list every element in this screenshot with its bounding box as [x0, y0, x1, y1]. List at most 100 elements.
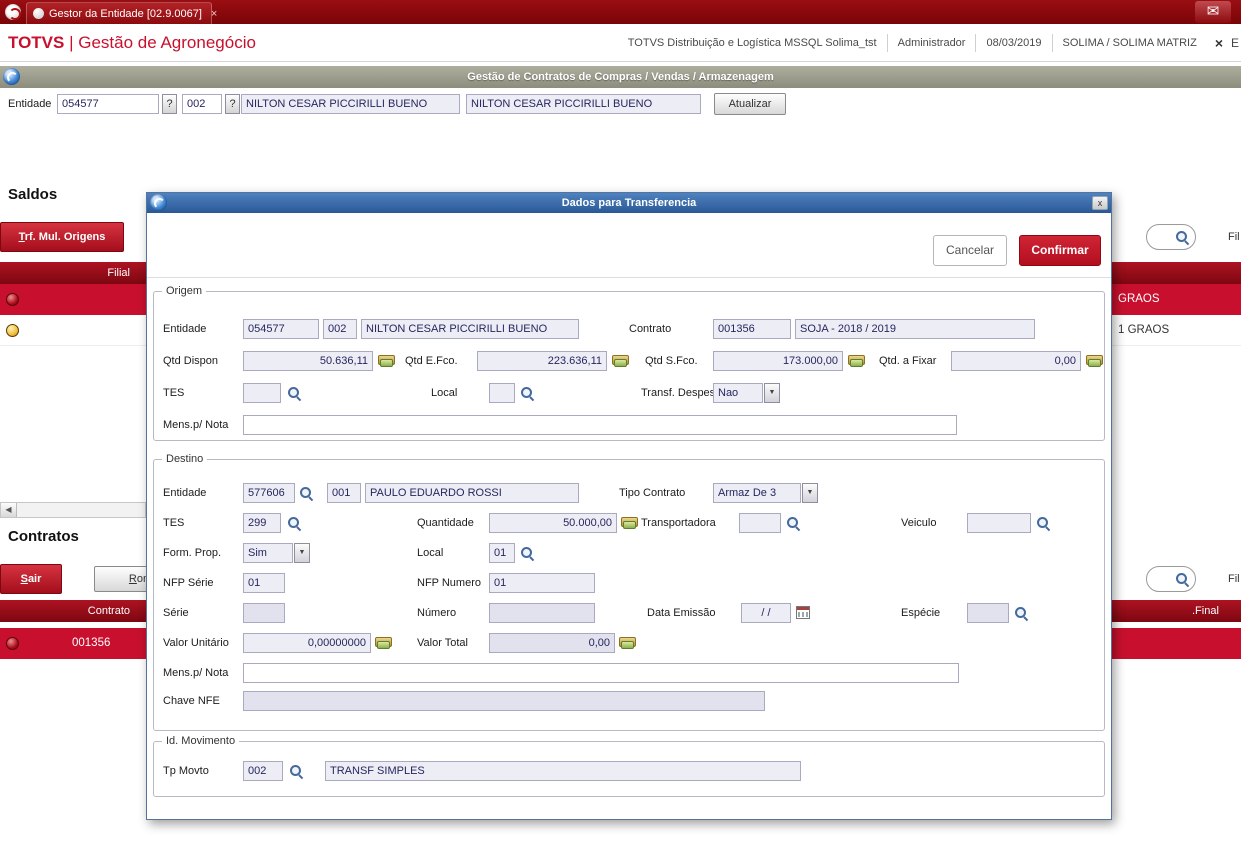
- envelope-icon: ✉: [1206, 3, 1220, 20]
- saldos-row2-product: 1 GRAOS: [1118, 324, 1170, 336]
- veiculo-lookup-icon[interactable]: [1036, 516, 1051, 531]
- qtd-efco-label: Qtd E.Fco.: [405, 355, 458, 367]
- nfp-serie-input[interactable]: 01: [243, 573, 285, 593]
- origem-tes-label: TES: [163, 387, 185, 399]
- entidade-name-copy-field: NILTON CESAR PICCIRILLI BUENO: [466, 94, 701, 114]
- trf-rest: rf. Mul. Origens: [24, 231, 106, 243]
- destino-entidade-input[interactable]: 577606: [243, 483, 295, 503]
- destino-loja-input[interactable]: 001: [327, 483, 361, 503]
- nfp-numero-input[interactable]: 01: [489, 573, 595, 593]
- brand-module: | Gestão de Agronegócio: [64, 32, 256, 52]
- saldos-search-box[interactable]: [1146, 224, 1196, 250]
- origem-contrato-desc-field: SOJA - 2018 / 2019: [795, 319, 1035, 339]
- contratos-search-box[interactable]: [1146, 566, 1196, 592]
- tipo-contrato-label: Tipo Contrato: [619, 487, 686, 499]
- valor-unitario-input[interactable]: 0,00000000: [243, 633, 371, 653]
- origem-contrato-input[interactable]: 001356: [713, 319, 791, 339]
- tes-lookup-icon[interactable]: [287, 386, 302, 401]
- transf-despesa-select[interactable]: Nao: [713, 383, 763, 403]
- transportadora-input[interactable]: [739, 513, 781, 533]
- divider: [147, 277, 1111, 278]
- col-filial[interactable]: Filial: [4, 262, 130, 284]
- origem-local-input[interactable]: [489, 383, 515, 403]
- entidade-help-button[interactable]: ?: [162, 94, 177, 114]
- dialog-title: Dados para Transferencia: [561, 197, 697, 209]
- qtd-fixar-label: Qtd. a Fixar: [879, 355, 937, 367]
- money-icon[interactable]: [378, 355, 395, 367]
- qtd-dispon-input[interactable]: 50.636,11: [243, 351, 373, 371]
- brand-totvs: TOTVS: [8, 32, 65, 52]
- origem-mens-input[interactable]: [243, 415, 957, 435]
- money-icon[interactable]: [848, 355, 865, 367]
- origem-local-label: Local: [431, 387, 458, 399]
- origem-entidade-input[interactable]: 054577: [243, 319, 319, 339]
- status-dot-yellow-icon: [6, 324, 19, 337]
- transportadora-label: Transportadora: [641, 517, 716, 529]
- clipped-menu-text[interactable]: E: [1231, 36, 1241, 50]
- money-icon[interactable]: [612, 355, 629, 367]
- transportadora-lookup-icon[interactable]: [786, 516, 801, 531]
- origem-loja-input[interactable]: 002: [323, 319, 357, 339]
- tab-close-icon[interactable]: ×: [211, 8, 217, 20]
- sair-button[interactable]: Sair: [0, 564, 62, 594]
- especie-input: [967, 603, 1009, 623]
- chevron-down-icon[interactable]: ▼: [802, 483, 818, 503]
- status-dot-red-icon: [6, 637, 19, 650]
- qtd-efco-input[interactable]: 223.636,11: [477, 351, 607, 371]
- especie-lookup-icon[interactable]: [1014, 606, 1029, 621]
- form-prop-select[interactable]: Sim: [243, 543, 293, 563]
- dialog-titlebar[interactable]: Dados para Transferencia x: [147, 193, 1111, 213]
- confirmar-button[interactable]: Confirmar: [1019, 235, 1101, 266]
- tp-movto-lookup-icon[interactable]: [289, 764, 304, 779]
- loja-input[interactable]: 002: [182, 94, 222, 114]
- destino-legend: Destino: [162, 452, 208, 466]
- quantidade-label: Quantidade: [417, 517, 474, 529]
- money-icon[interactable]: [621, 517, 638, 529]
- money-icon[interactable]: [619, 637, 636, 649]
- tab-gestor-da-entidade[interactable]: Gestor da Entidade [02.9.0067] ×: [26, 2, 217, 24]
- veiculo-input[interactable]: [967, 513, 1031, 533]
- col-contrato[interactable]: Contrato: [4, 600, 130, 622]
- local-lookup-icon[interactable]: [520, 546, 535, 561]
- header-close-icon[interactable]: ×: [1207, 35, 1231, 51]
- mail-button[interactable]: ✉: [1195, 1, 1231, 23]
- origem-tes-input[interactable]: [243, 383, 281, 403]
- chevron-down-icon[interactable]: ▼: [294, 543, 310, 563]
- calendar-icon[interactable]: [796, 606, 810, 619]
- tipo-contrato-select[interactable]: Armaz De 3: [713, 483, 801, 503]
- qtd-fixar-input[interactable]: 0,00: [951, 351, 1081, 371]
- entidade-code-input[interactable]: 054577: [57, 94, 159, 114]
- trf-mul-origens-button[interactable]: Trf. Mul. Origens: [0, 222, 124, 252]
- destino-mens-label: Mens.p/ Nota: [163, 667, 229, 679]
- destino-tes-input[interactable]: 299: [243, 513, 281, 533]
- entidade-lookup-icon[interactable]: [299, 486, 314, 501]
- destino-mens-input[interactable]: [243, 663, 959, 683]
- especie-label: Espécie: [901, 607, 941, 619]
- chevron-down-icon[interactable]: ▼: [764, 383, 780, 403]
- status-dot-red-icon: [6, 293, 19, 306]
- local-lookup-icon[interactable]: [520, 386, 535, 401]
- dialog-close-button[interactable]: x: [1092, 196, 1108, 210]
- money-icon[interactable]: [1086, 355, 1103, 367]
- atualizar-button[interactable]: Atualizar: [714, 93, 786, 115]
- romaneio-accel: R: [128, 573, 137, 585]
- destino-entidade-label: Entidade: [163, 487, 207, 499]
- saldos-horizontal-scrollbar[interactable]: ◀: [0, 502, 146, 518]
- tp-movto-input[interactable]: 002: [243, 761, 283, 781]
- money-icon[interactable]: [375, 637, 392, 649]
- data-emissao-input[interactable]: / /: [741, 603, 791, 623]
- destino-local-input[interactable]: 01: [489, 543, 515, 563]
- search-icon: [1175, 572, 1190, 587]
- destino-tes-label: TES: [163, 517, 185, 529]
- qtd-sfco-input[interactable]: 173.000,00: [713, 351, 843, 371]
- sair-rest: air: [27, 573, 42, 585]
- quantidade-input[interactable]: 50.000,00: [489, 513, 617, 533]
- tes-lookup-icon[interactable]: [287, 516, 302, 531]
- cancelar-button[interactable]: Cancelar: [933, 235, 1007, 266]
- col-final[interactable]: .Final: [1192, 600, 1219, 622]
- tab-app-icon: [33, 8, 44, 19]
- veiculo-label: Veiculo: [901, 517, 937, 529]
- saldos-filter-label: Fil: [1228, 231, 1240, 243]
- loja-help-button[interactable]: ?: [225, 94, 240, 114]
- scroll-left-icon[interactable]: ◀: [1, 503, 17, 517]
